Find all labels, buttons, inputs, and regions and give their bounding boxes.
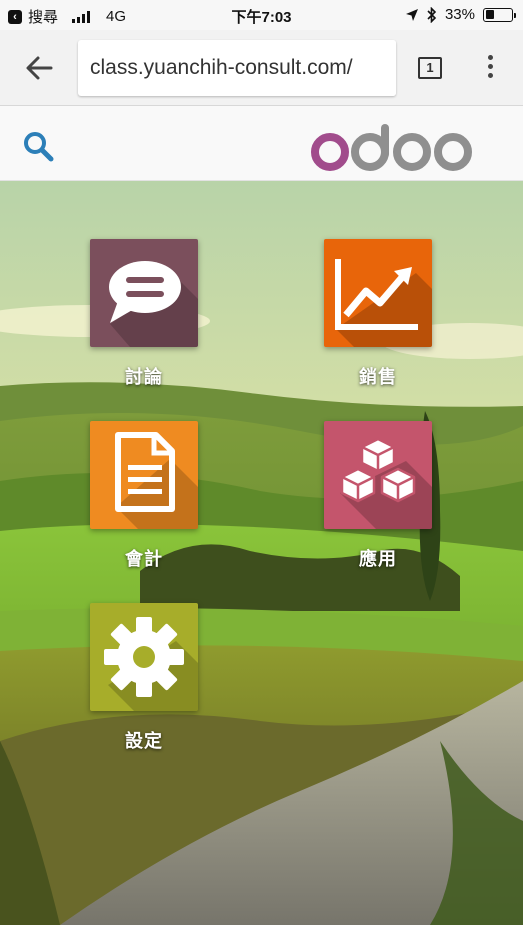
address-bar[interactable]: class.yuanchih-consult.com/	[78, 40, 396, 96]
app-icon-apps	[324, 421, 432, 529]
app-label-sales: 銷售	[359, 367, 397, 387]
app-tile-settings[interactable]: 設定	[90, 603, 198, 753]
app-tile-apps[interactable]: 應用	[324, 421, 432, 571]
battery-percent: 33%	[444, 6, 475, 23]
url-text: class.yuanchih-consult.com/	[90, 56, 353, 79]
discuss-chat-icon	[109, 261, 181, 323]
overflow-menu-icon[interactable]	[484, 55, 496, 81]
app-label-settings: 設定	[125, 731, 163, 751]
status-right: 33%	[405, 6, 516, 23]
app-tile-discuss[interactable]: 討論	[90, 239, 198, 389]
tab-switcher-button[interactable]: 1	[418, 57, 442, 79]
app-icon-sales	[324, 239, 432, 347]
odoo-header	[0, 106, 523, 181]
apps-cubes-icon	[340, 437, 416, 503]
app-label-accounting: 會計	[125, 549, 163, 569]
app-icon-accounting	[90, 421, 198, 529]
app-label-discuss: 討論	[125, 367, 163, 387]
app-label-apps: 應用	[359, 549, 397, 569]
app-tile-sales[interactable]: 銷售	[324, 239, 432, 389]
status-bar: ‹ 搜尋 4G 下午7:03 33%	[0, 0, 523, 30]
odoo-logo	[311, 124, 472, 171]
bluetooth-icon	[427, 6, 437, 23]
search-icon[interactable]	[22, 130, 54, 162]
app-icon-settings	[90, 603, 198, 711]
app-tile-accounting[interactable]: 會計	[90, 421, 198, 571]
location-arrow-icon	[405, 8, 418, 21]
settings-gear-icon	[104, 617, 184, 697]
back-arrow-icon[interactable]	[24, 54, 54, 82]
landscape-background	[0, 181, 523, 925]
accounting-document-icon	[115, 432, 175, 512]
app-launcher: 討論 銷售 會計 應用 設定	[0, 181, 523, 925]
battery-icon	[483, 7, 516, 22]
sales-chart-icon	[335, 259, 418, 330]
app-icon-discuss	[90, 239, 198, 347]
battery-fill	[485, 10, 494, 19]
browser-toolbar: class.yuanchih-consult.com/ 1	[0, 30, 523, 106]
